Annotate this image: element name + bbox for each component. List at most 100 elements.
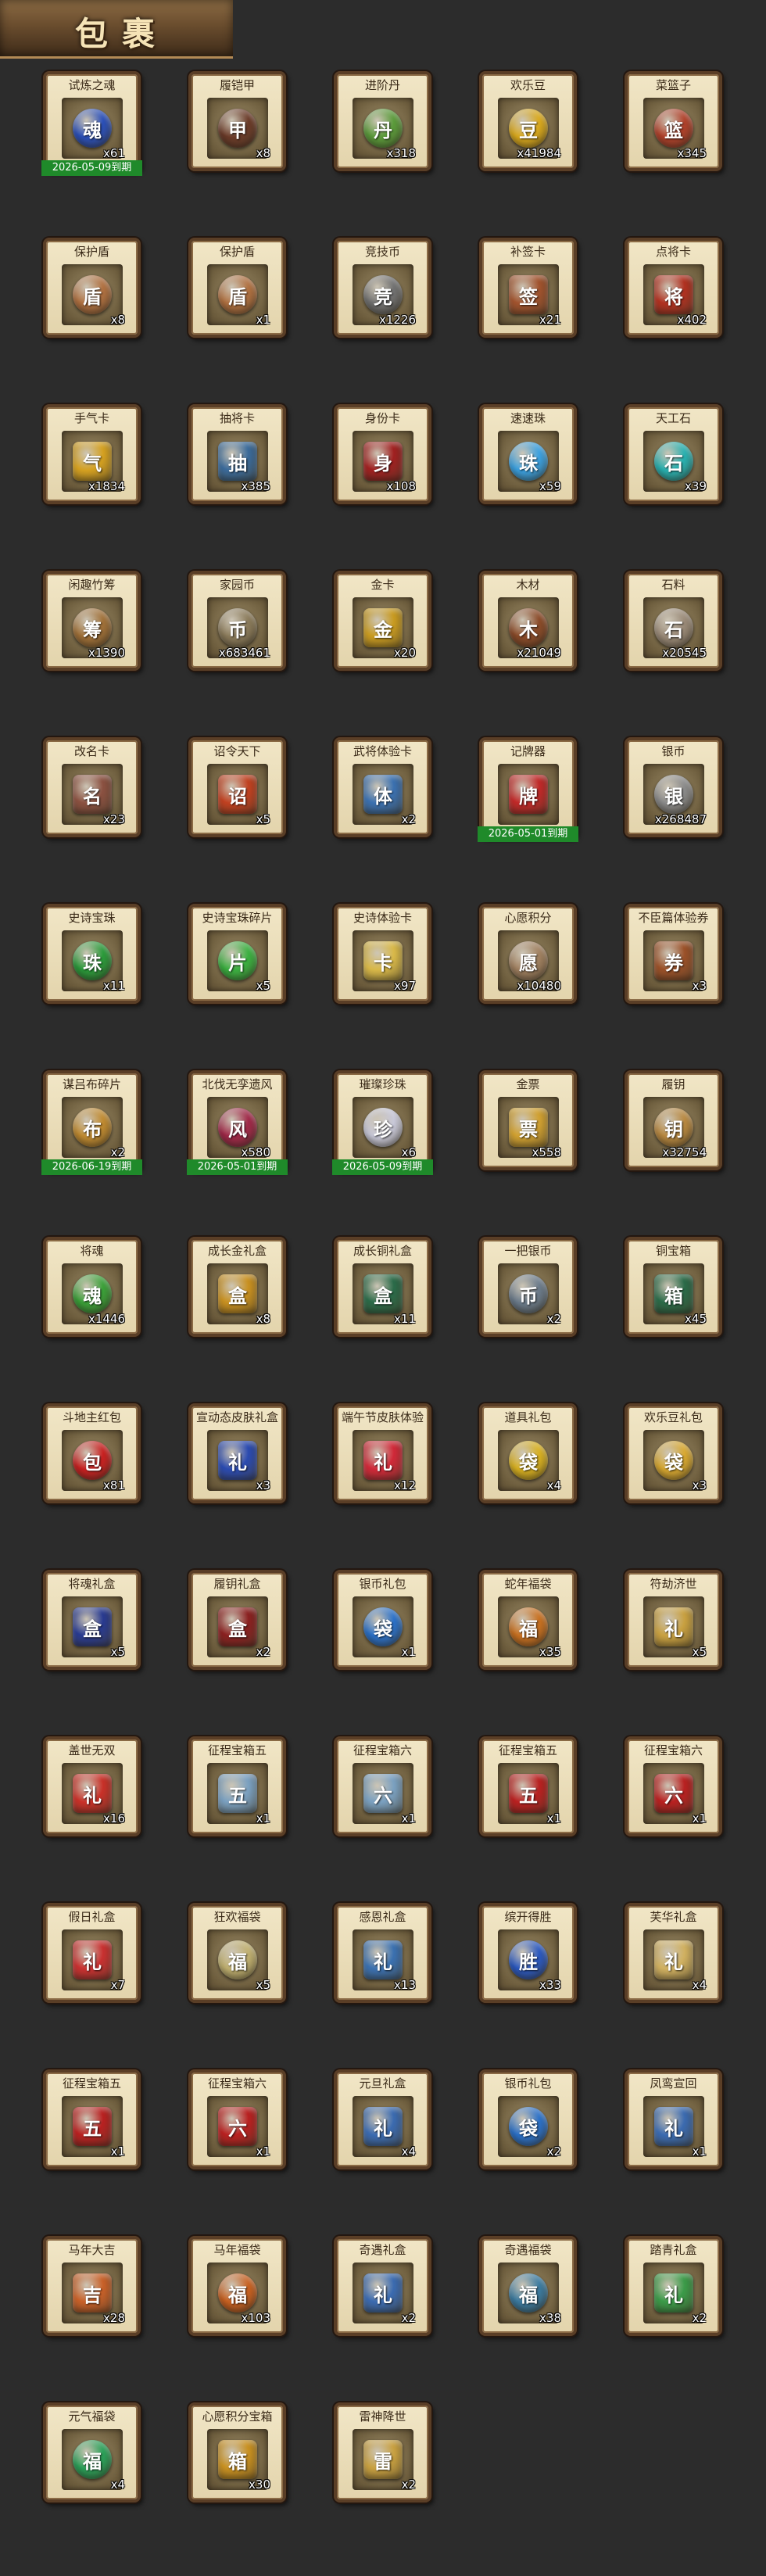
inventory-item[interactable]: 史诗宝珠珠 x11	[43, 904, 141, 1004]
inventory-item[interactable]: 改名卡名 x23	[43, 737, 141, 837]
inventory-item[interactable]: 竞技币竞 x1226	[334, 238, 431, 338]
inventory-item[interactable]: 元旦礼盒礼 x4	[334, 2069, 431, 2169]
inventory-item[interactable]: 闲趣竹筹筹 x1390	[43, 571, 141, 671]
inventory-item[interactable]: 石料石 x20545	[625, 571, 722, 671]
item-name: 假日礼盒	[68, 1911, 116, 1924]
inventory-item[interactable]: 欢乐豆礼包袋 x3	[625, 1403, 722, 1503]
inventory-item[interactable]: 一把银币币 x2	[479, 1237, 577, 1337]
inventory-item[interactable]: 马年福袋福 x103	[188, 2236, 286, 2336]
inventory-item[interactable]: 史诗宝珠碎片片 x5	[188, 904, 286, 1004]
item-name: 进阶丹	[364, 79, 400, 92]
inventory-item[interactable]: 将魂魂 x1446	[43, 1237, 141, 1337]
inventory-item[interactable]: 武将体验卡体 x2	[334, 737, 431, 837]
inventory-item[interactable]: 银币银 x268487	[625, 737, 722, 837]
inventory-item[interactable]: 心愿积分愿 x10480	[479, 904, 577, 1004]
inventory-item[interactable]: 马年大吉吉 x28	[43, 2236, 141, 2336]
item-quantity: x7	[110, 1978, 125, 1992]
inventory-item[interactable]: 凤鸾宣回礼 x1	[625, 2069, 722, 2169]
inventory-item[interactable]: 雷神降世雷 x2	[334, 2402, 431, 2503]
inventory-item[interactable]: 征程宝箱五五 x1	[188, 1736, 286, 1836]
item-quantity: x2	[401, 812, 416, 826]
inventory-item[interactable]: 踏青礼盒礼 x2	[625, 2236, 722, 2336]
inventory-item[interactable]: 感恩礼盒礼 x13	[334, 1903, 431, 2003]
inventory-item[interactable]: 蛇年福袋福 x35	[479, 1570, 577, 1670]
inventory-item[interactable]: 狂欢福袋福 x5	[188, 1903, 286, 2003]
inventory-item[interactable]: 银币礼包袋 x1	[334, 1570, 431, 1670]
inventory-item[interactable]: 宣动态皮肤礼盒礼 x3	[188, 1403, 286, 1503]
inventory-item[interactable]: 端午节皮肤体验礼 x12	[334, 1403, 431, 1503]
inventory-item[interactable]: 征程宝箱五五 x1	[479, 1736, 577, 1836]
inventory-item[interactable]: 元气福袋福 x4	[43, 2402, 141, 2503]
inventory-item[interactable]: 试炼之魂魂 x61 2026-05-09到期	[41, 71, 142, 176]
inventory-item[interactable]: 天工石石 x39	[625, 404, 722, 504]
inventory-item[interactable]: 盖世无双礼 x16	[43, 1736, 141, 1836]
item-name: 点将卡	[655, 245, 691, 259]
item-name: 记牌器	[510, 745, 546, 758]
inventory-item[interactable]: 谋吕布碎片布 x2 2026-06-19到期	[41, 1070, 142, 1175]
item-quantity: x28	[103, 2311, 125, 2325]
inventory-item[interactable]: 金卡金 x20	[334, 571, 431, 671]
inventory-item[interactable]: 抽将卡抽 x385	[188, 404, 286, 504]
inventory-item[interactable]: 进阶丹丹 x318	[334, 71, 431, 171]
item-quantity: x3	[692, 1478, 707, 1492]
inventory-item[interactable]: 家园币币 x683461	[188, 571, 286, 671]
inventory-item[interactable]: 点将卡将 x402	[625, 238, 722, 338]
item-quantity: x1	[401, 1811, 416, 1825]
item-name: 履钥礼盒	[213, 1578, 261, 1591]
inventory-item[interactable]: 征程宝箱五五 x1	[43, 2069, 141, 2169]
inventory-item[interactable]: 斗地主红包包 x81	[43, 1403, 141, 1503]
item-quantity: x8	[256, 1312, 270, 1326]
inventory-item[interactable]: 成长铜礼盒盒 x11	[334, 1237, 431, 1337]
item-quantity: x268487	[654, 812, 707, 826]
inventory-item[interactable]: 木材木 x21049	[479, 571, 577, 671]
silver-bag-icon: 袋	[509, 2107, 548, 2146]
armor-icon: 甲	[218, 109, 257, 148]
inventory-item[interactable]: 银币礼包袋 x2	[479, 2069, 577, 2169]
red-chest-icon: 六	[218, 2107, 257, 2146]
inventory-item[interactable]: 芙华礼盒礼 x4	[625, 1903, 722, 2003]
inventory-item[interactable]: 记牌器牌 2026-05-01到期	[478, 737, 578, 842]
soul-orb-icon: 魂	[73, 109, 112, 148]
item-quantity: x402	[677, 313, 707, 327]
inventory-item[interactable]: 奇遇礼盒礼 x2	[334, 2236, 431, 2336]
inventory-item[interactable]: 史诗体验卡卡 x97	[334, 904, 431, 1004]
inventory-item[interactable]: 保护盾盾 x8	[43, 238, 141, 338]
inventory-item[interactable]: 道具礼包袋 x4	[479, 1403, 577, 1503]
item-name: 成长金礼盒	[207, 1245, 267, 1258]
inventory-item[interactable]: 假日礼盒礼 x7	[43, 1903, 141, 2003]
inventory-item[interactable]: 璀璨珍珠珍 x6 2026-05-09到期	[332, 1070, 433, 1175]
inventory-item[interactable]: 手气卡气 x1834	[43, 404, 141, 504]
item-name: 奇遇礼盒	[359, 2244, 406, 2257]
inventory-item[interactable]: 征程宝箱六六 x1	[188, 2069, 286, 2169]
inventory-item[interactable]: 征程宝箱六六 x1	[334, 1736, 431, 1836]
inventory-item[interactable]: 金票票 x558	[479, 1070, 577, 1170]
inventory-item[interactable]: 征程宝箱六六 x1	[625, 1736, 722, 1836]
general-card-icon: 将	[654, 275, 693, 314]
inventory-item[interactable]: 不臣篇体验券券 x3	[625, 904, 722, 1004]
item-quantity: x1226	[378, 313, 416, 327]
item-name: 元旦礼盒	[359, 2077, 406, 2091]
inventory-item[interactable]: 履钥礼盒盒 x2	[188, 1570, 286, 1670]
inventory-item[interactable]: 心愿积分宝箱箱 x30	[188, 2402, 286, 2503]
inventory-item[interactable]: 铜宝箱箱 x45	[625, 1237, 722, 1337]
inventory-item[interactable]: 符劫济世礼 x5	[625, 1570, 722, 1670]
item-quantity: x3	[256, 1478, 270, 1492]
silver-gift-icon: 六	[363, 1774, 403, 1813]
inventory-item[interactable]: 保护盾盾 x1	[188, 238, 286, 338]
inventory-item[interactable]: 北伐无孪遗风风 x580 2026-05-01到期	[187, 1070, 288, 1175]
inventory-item[interactable]: 欢乐豆豆 x41984	[479, 71, 577, 171]
inventory-item[interactable]: 缤开得胜胜 x33	[479, 1903, 577, 2003]
inventory-item[interactable]: 成长金礼盒盒 x8	[188, 1237, 286, 1337]
inventory-item[interactable]: 将魂礼盒盒 x5	[43, 1570, 141, 1670]
epic-pearl-icon: 珠	[73, 941, 112, 980]
inventory-item[interactable]: 身份卡身 x108	[334, 404, 431, 504]
item-name: 天工石	[655, 412, 691, 425]
inventory-item[interactable]: 履铠甲甲 x8	[188, 71, 286, 171]
inventory-item[interactable]: 诏令天下诏 x5	[188, 737, 286, 837]
inventory-item[interactable]: 履钥钥 x32754	[625, 1070, 722, 1170]
inventory-item[interactable]: 补签卡签 x21	[479, 238, 577, 338]
inventory-item[interactable]: 菜篮子篮 x345	[625, 71, 722, 171]
item-name: 征程宝箱六	[353, 1744, 412, 1757]
inventory-item[interactable]: 奇遇福袋福 x38	[479, 2236, 577, 2336]
inventory-item[interactable]: 速速珠珠 x59	[479, 404, 577, 504]
